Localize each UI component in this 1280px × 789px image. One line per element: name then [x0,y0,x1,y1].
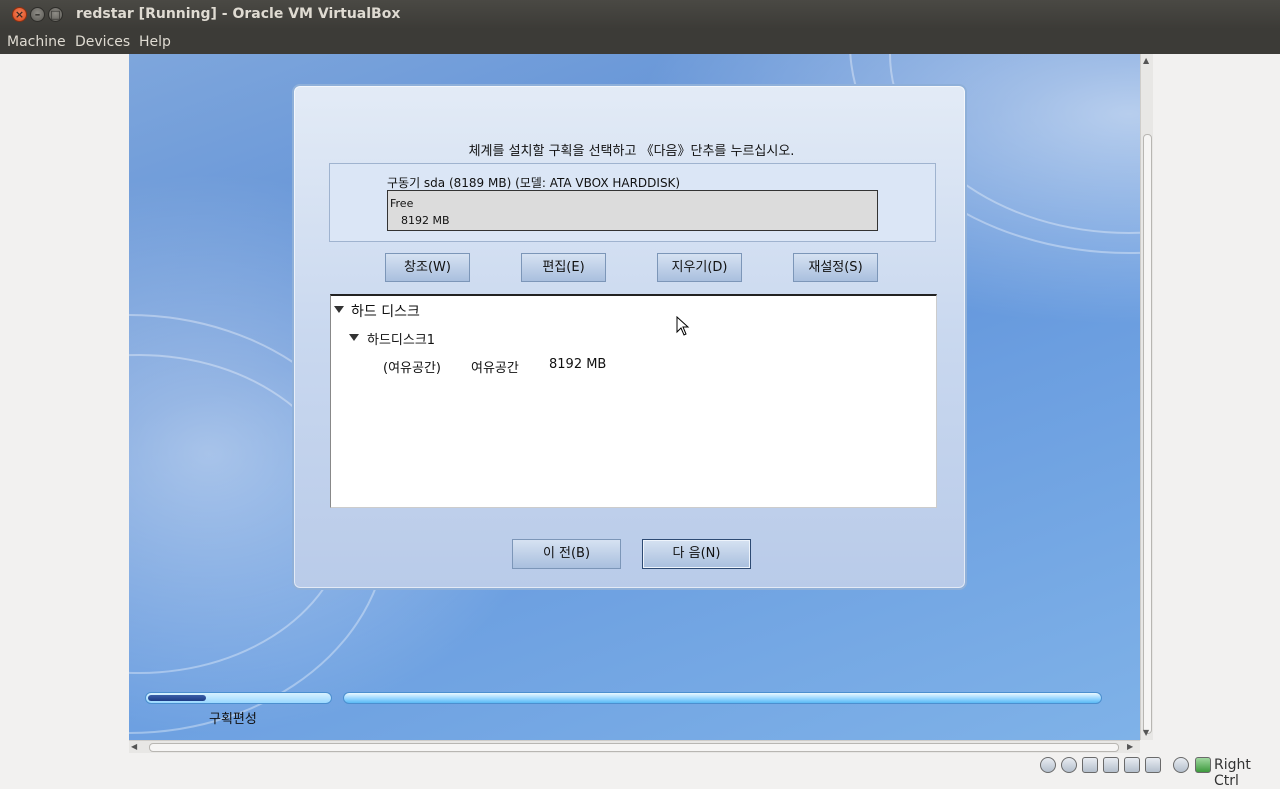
close-window-button[interactable]: × [12,7,27,22]
minimize-icon: – [34,8,41,21]
tree-disk[interactable]: 하드디스크1 [367,329,435,348]
close-icon: × [14,8,25,21]
next-button[interactable]: 다 음(N) [642,539,751,569]
create-button[interactable]: 창조(W) [385,253,470,282]
menu-help[interactable]: Help [139,34,171,50]
reset-button[interactable]: 재설정(S) [793,253,878,282]
window-titlebar: × – □ redstar [Running] - Oracle VM Virt… [0,0,1280,29]
drive-usage-bar[interactable]: Free 8192 MB [387,190,878,231]
back-button[interactable]: 이 전(B) [512,539,621,569]
mouse-cursor-icon [676,316,690,336]
scroll-right-icon[interactable]: ▶ [1127,742,1133,751]
horizontal-scrollbar[interactable]: ◀ ▶ [129,740,1140,753]
maximize-icon: □ [50,8,61,21]
step-label: 구획편성 [209,712,257,727]
vertical-scroll-thumb[interactable] [1143,134,1152,734]
drive-label: 구동기 sda (8189 MB) (모델: ATA VBOX HARDDISK… [387,176,681,190]
expand-triangle-icon[interactable] [349,334,359,341]
tree-row-type[interactable]: 여유공간 [471,357,519,376]
free-size: 8192 MB [401,214,450,227]
delete-button[interactable]: 지우기(D) [657,253,742,282]
menu-machine[interactable]: Machine [7,34,66,50]
scroll-up-icon[interactable]: ▲ [1143,56,1149,65]
display-icon[interactable] [1145,757,1161,773]
tree-root[interactable]: 하드 디스크 [351,301,420,321]
menu-devices[interactable]: Devices [75,34,130,50]
shared-folder-icon[interactable] [1124,757,1140,773]
edit-button[interactable]: 편집(E) [521,253,606,282]
vertical-scrollbar[interactable]: ▲ ▼ [1140,54,1153,740]
tree-row-size[interactable]: 8192 MB [549,357,606,372]
step-progress-fill [148,695,206,701]
step-progress-bar [145,692,332,704]
host-key-label: Right Ctrl [1214,757,1251,789]
tree-row-name[interactable]: (여유공간) [383,357,441,376]
hard-disk-icon[interactable] [1040,757,1056,773]
drive-panel: 구동기 sda (8189 MB) (모델: ATA VBOX HARDDISK… [329,163,936,242]
optical-drive-icon[interactable] [1061,757,1077,773]
partition-tree[interactable]: 하드 디스크 하드디스크1 (여유공간) 여유공간 8192 MB [330,294,937,508]
free-label: Free [390,197,414,210]
horizontal-scroll-thumb[interactable] [149,743,1119,752]
scroll-left-icon[interactable]: ◀ [131,742,137,751]
host-key-icon[interactable] [1195,757,1211,773]
partition-dialog: 체계를 설치할 구획을 선택하고 《다음》단추를 누르십시오. 구동기 sda … [292,84,967,590]
minimize-window-button[interactable]: – [30,7,45,22]
scroll-down-icon[interactable]: ▼ [1143,728,1149,737]
overall-progress-bar [343,692,1102,704]
expand-triangle-icon[interactable] [334,306,344,313]
instruction-text: 체계를 설치할 구획을 선택하고 《다음》단추를 누르십시오. [468,144,795,159]
maximize-window-button[interactable]: □ [48,7,63,22]
mouse-integration-icon[interactable] [1173,757,1189,773]
vm-display[interactable]: 체계를 설치할 구획을 선택하고 《다음》단추를 누르십시오. 구동기 sda … [129,54,1140,740]
network-icon[interactable] [1103,757,1119,773]
usb-icon[interactable] [1082,757,1098,773]
statusbar: Right Ctrl [0,754,1280,789]
window-title: redstar [Running] - Oracle VM VirtualBox [76,6,401,22]
menubar: Machine Devices Help [0,29,1280,54]
